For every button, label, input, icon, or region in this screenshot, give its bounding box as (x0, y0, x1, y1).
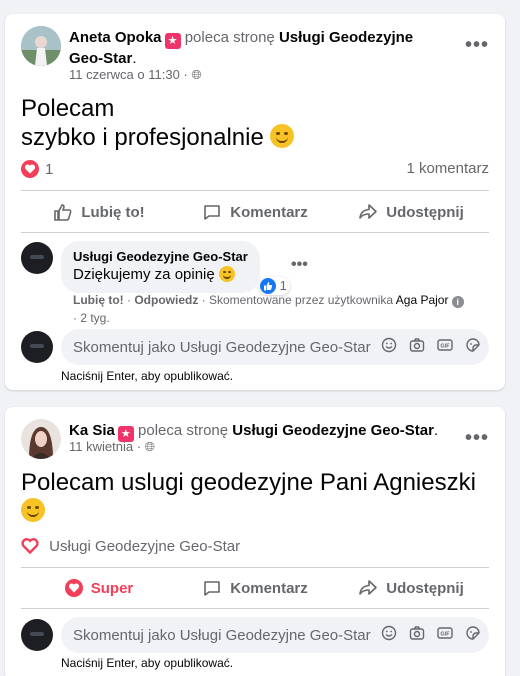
wink-emoji-icon (270, 124, 295, 148)
author-avatar[interactable] (21, 419, 61, 459)
blush-emoji-icon (21, 498, 45, 522)
comment-options-icon[interactable]: ••• (291, 256, 308, 274)
divider (21, 190, 489, 191)
page-avatar (21, 331, 53, 363)
comment-age[interactable]: 2 tyg. (80, 311, 109, 325)
heart-reaction-icon[interactable] (21, 160, 39, 178)
post-text-line: szybko i profesjonalnie (21, 124, 264, 151)
enter-hint: Naciśnij Enter, aby opublikować. (61, 369, 234, 383)
post-text-line: Polecam (21, 95, 115, 122)
comment-meta: Lubię to! · Odpowiedz · Skomentowane prz… (73, 291, 483, 327)
comment-icon (204, 581, 221, 596)
sticker-icon[interactable] (465, 337, 481, 353)
tagged-page-name: Usługi Geodezyjne Geo-Star (49, 538, 241, 555)
svg-text:GIF: GIF (440, 632, 450, 638)
recommend-verb: poleca stronę (184, 29, 275, 46)
author-avatar[interactable] (21, 26, 61, 66)
more-options-icon[interactable]: ••• (465, 34, 489, 57)
post-card: Ka Sia ★ poleca stronę Usługi Geodezyjne … (5, 407, 505, 676)
post-header: Aneta Opoka ★ poleca stronę Usługi Geodez… (69, 29, 414, 67)
page-avatar[interactable] (21, 242, 53, 274)
post-meta: 11 czerwca o 11:30 · 🌐︎ (69, 67, 202, 82)
enter-hint: Naciśnij Enter, aby opublikować. (61, 656, 234, 670)
page-link[interactable]: Usługi Geodezyjne Geo-Star (232, 422, 434, 439)
author-name[interactable]: Aneta Opoka (69, 29, 162, 46)
comment-input[interactable] (73, 329, 373, 365)
share-button[interactable]: Udostępnij (333, 570, 489, 606)
camera-icon[interactable] (409, 625, 425, 641)
post-timestamp[interactable]: 11 czerwca o 11:30 (69, 67, 180, 82)
more-options-icon[interactable]: ••• (465, 427, 489, 450)
super-label: Super (90, 579, 134, 597)
like-label: Lubię to! (81, 203, 145, 221)
divider (21, 567, 489, 568)
emoji-icon[interactable] (381, 625, 397, 641)
comment-input-row: GIF (61, 329, 489, 365)
share-icon (359, 580, 378, 595)
comment-author[interactable]: Usługi Geodezyjne Geo-Star (73, 249, 248, 265)
globe-icon: 🌐︎ (191, 67, 202, 82)
tagged-page[interactable]: Usługi Geodezyjne Geo-Star (21, 537, 240, 555)
post-text-line: Polecam uslugi geodezyjne Pani Agnieszki (21, 469, 476, 496)
comment-reply-link[interactable]: Odpowiedz (134, 293, 198, 307)
comment-input[interactable] (73, 617, 373, 653)
commented-by-text: Skomentowane przez użytkownika (209, 293, 394, 307)
comment-count[interactable]: 1 komentarz (406, 160, 489, 177)
reactions-bar: 1 1 komentarz (21, 160, 489, 180)
thumbs-up-icon (54, 204, 72, 221)
smile-emoji-icon (218, 266, 235, 282)
super-reaction-button[interactable]: Super (21, 570, 177, 606)
comment-like-link[interactable]: Lubię to! (73, 293, 124, 307)
post-meta: 11 kwietnia · 🌐︎ (69, 439, 156, 454)
heart-reaction-icon (64, 579, 83, 597)
share-label: Udostępnij (386, 579, 464, 597)
comment-button[interactable]: Komentarz (177, 570, 333, 606)
emoji-icon[interactable] (381, 337, 397, 353)
comment-label: Komentarz (230, 203, 308, 221)
post-card: Aneta Opoka ★ poleca stronę Usługi Geodez… (5, 14, 505, 390)
sticker-icon[interactable] (465, 625, 481, 641)
divider (21, 232, 489, 233)
comment-input-row: GIF (61, 617, 489, 653)
comment-bubble: Usługi Geodezyjne Geo-Star Dziękujemy za… (61, 241, 290, 295)
share-icon (359, 204, 378, 219)
post-actions: Lubię to! Komentarz Udostępnij (21, 194, 489, 230)
divider (21, 608, 489, 609)
post-text: Polecam szybko i profesjonalnie (21, 94, 295, 152)
camera-icon[interactable] (409, 337, 425, 353)
recommend-verb: poleca stronę (138, 422, 229, 439)
post-actions: Super Komentarz Udostępnij (21, 570, 489, 606)
reaction-count[interactable]: 1 (45, 161, 53, 178)
commented-by-name[interactable]: Aga Pajor (396, 293, 449, 307)
author-name[interactable]: Ka Sia (69, 422, 115, 439)
gif-icon[interactable]: GIF (437, 337, 453, 353)
gif-icon[interactable]: GIF (437, 625, 453, 641)
comment-text: Dziękujemy za opinię (73, 266, 215, 283)
svg-text:GIF: GIF (440, 344, 450, 350)
recommend-heart-icon (21, 537, 39, 555)
info-icon[interactable]: i (451, 296, 464, 308)
page-avatar (21, 619, 53, 651)
post-text: Polecam uslugi geodezyjne Pani Agnieszki (21, 468, 476, 526)
post-timestamp[interactable]: 11 kwietnia (69, 439, 133, 454)
comment-button[interactable]: Komentarz (177, 194, 333, 230)
comment-label: Komentarz (230, 579, 308, 597)
like-button[interactable]: Lubię to! (21, 194, 177, 230)
recommend-star-icon: ★ (164, 33, 181, 49)
share-button[interactable]: Udostępnij (333, 194, 489, 230)
comment-icon (204, 205, 221, 220)
share-label: Udostępnij (386, 203, 464, 221)
globe-icon: 🌐︎ (144, 439, 156, 454)
